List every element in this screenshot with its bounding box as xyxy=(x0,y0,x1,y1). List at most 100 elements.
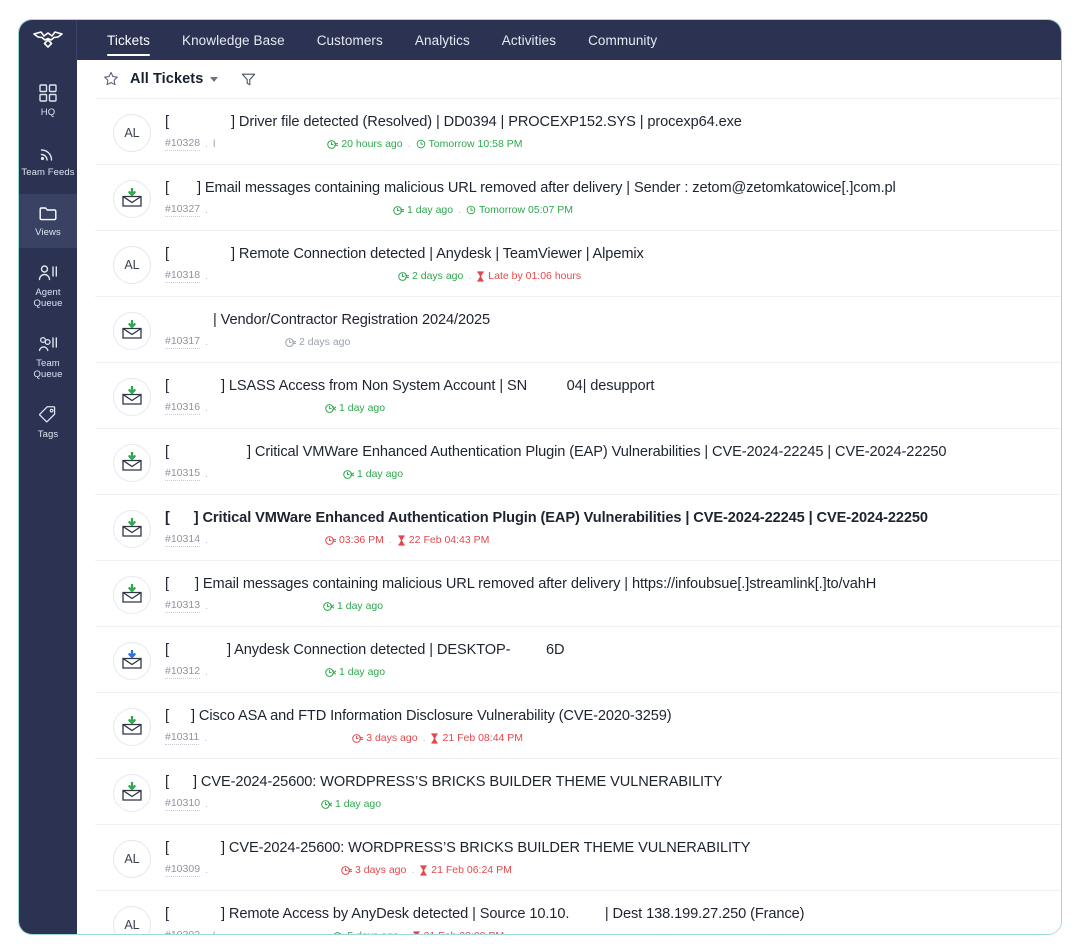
filter-icon[interactable] xyxy=(241,72,256,87)
ticket-body: [ ] Email messages containing malicious … xyxy=(165,178,1045,217)
left-sidebar: HQ Team Feeds Views Agent Queue Team Que… xyxy=(19,60,77,934)
app-logo[interactable] xyxy=(19,20,77,60)
meta-separator: . xyxy=(205,864,208,876)
ticket-body: [ ] Critical VMWare Enhanced Authenticat… xyxy=(165,508,1045,547)
sidebar-item-hq[interactable]: HQ xyxy=(19,74,77,128)
avatar: AL xyxy=(113,114,151,152)
avatar-initials: AL xyxy=(124,126,140,140)
ticket-id: #10315 xyxy=(165,467,201,481)
avatar xyxy=(113,510,151,548)
meta-separator: . xyxy=(205,468,208,480)
ticket-body: [ ] CVE-2024-25600: WORDPRESS’S BRICKS B… xyxy=(165,838,1045,877)
ticket-body: [ ] Email messages containing malicious … xyxy=(165,574,1045,613)
ticket-row[interactable]: [ ] Anydesk Connection detected | DESKTO… xyxy=(95,627,1061,693)
ticket-subject[interactable]: [ ] CVE-2024-25600: WORDPRESS’S BRICKS B… xyxy=(165,773,1045,792)
due-time: Late by 01:06 hours xyxy=(476,270,581,282)
subject-text: ] CVE-2024-25600: WORDPRESS’S BRICKS BUI… xyxy=(220,840,751,856)
ticket-subject[interactable]: [ ] Email messages containing malicious … xyxy=(165,179,1045,198)
nav-item-analytics[interactable]: Analytics xyxy=(399,20,486,60)
due-time-text: Tomorrow 10:58 PM xyxy=(428,138,523,150)
nav-item-tickets[interactable]: Tickets xyxy=(91,20,166,60)
redacted-text xyxy=(168,641,227,660)
ticket-subject[interactable]: | Vendor/Contractor Registration 2024/20… xyxy=(165,311,1045,330)
ticket-row[interactable]: AL [ ] Remote Access by AnyDesk detected … xyxy=(95,891,1061,934)
redacted-text xyxy=(165,311,213,330)
updated-time-text: 2 days ago xyxy=(298,336,351,348)
ticket-row[interactable]: [ ] Critical VMWare Enhanced Authenticat… xyxy=(95,429,1061,495)
chevron-down-icon[interactable] xyxy=(210,76,219,82)
updated-time-text: 1 day ago xyxy=(334,798,382,810)
updated-time: 1 day ago xyxy=(343,468,403,480)
hourglass-icon xyxy=(419,864,428,876)
hourglass-icon xyxy=(397,534,406,546)
redacted-text xyxy=(168,377,221,396)
ticket-row[interactable]: | Vendor/Contractor Registration 2024/20… xyxy=(95,297,1061,363)
ticket-subject[interactable]: [ ] CVE-2024-25600: WORDPRESS’S BRICKS B… xyxy=(165,839,1045,858)
updated-time-text: 1 day ago xyxy=(406,204,454,216)
ticket-subject[interactable]: [ ] Critical VMWare Enhanced Authenticat… xyxy=(165,509,1045,528)
redacted-text xyxy=(168,707,191,726)
nav-item-knowledge-base[interactable]: Knowledge Base xyxy=(166,20,301,60)
ticket-subject[interactable]: [ ] Remote Connection detected | Anydesk… xyxy=(165,245,1045,264)
star-outline-icon[interactable] xyxy=(103,71,119,87)
clock-arrow-icon xyxy=(393,205,404,216)
updated-time: 3 days ago xyxy=(341,864,406,876)
avatar-initials: AL xyxy=(124,258,140,272)
sidebar-item-team-queue[interactable]: Team Queue xyxy=(19,325,77,390)
nav-item-community[interactable]: Community xyxy=(572,20,673,60)
due-time: 21 Feb 08:44 PM xyxy=(430,732,523,744)
sidebar-item-label: Views xyxy=(35,227,61,238)
updated-time: 1 day ago xyxy=(323,600,383,612)
subject-text: ] Critical VMWare Enhanced Authenticatio… xyxy=(193,510,928,526)
ticket-meta: #10314. 03:36 PM. 22 Feb 04:43 PM xyxy=(165,533,1045,547)
ticket-row[interactable]: [ ] Email messages containing malicious … xyxy=(95,561,1061,627)
ticket-row[interactable]: AL [ ] Remote Connection detected | Anyde… xyxy=(95,231,1061,297)
ticket-row[interactable]: [ ] Cisco ASA and FTD Information Disclo… xyxy=(95,693,1061,759)
ticket-subject[interactable]: [ ] Anydesk Connection detected | DESKTO… xyxy=(165,641,1045,660)
sidebar-item-tags[interactable]: Tags xyxy=(19,396,77,450)
ticket-subject[interactable]: [ ] Email messages containing malicious … xyxy=(165,575,1045,594)
nav-item-customers[interactable]: Customers xyxy=(301,20,399,60)
sidebar-item-agent-queue[interactable]: Agent Queue xyxy=(19,254,77,319)
ticket-list[interactable]: AL [ ] Driver file detected (Resolved) | … xyxy=(95,98,1061,934)
ticket-subject[interactable]: [ ] Remote Access by AnyDesk detected | … xyxy=(165,905,1045,924)
mail-icon xyxy=(121,187,143,211)
ticket-row[interactable]: [ ] CVE-2024-25600: WORDPRESS’S BRICKS B… xyxy=(95,759,1061,825)
ticket-subject[interactable]: [ ] Driver file detected (Resolved) | DD… xyxy=(165,113,1045,132)
meta-separator: . xyxy=(205,204,208,216)
team-queue-icon xyxy=(38,334,58,354)
meta-separator: . xyxy=(205,270,208,282)
ticket-row[interactable]: [ ] LSASS Access from Non System Account… xyxy=(95,363,1061,429)
nav-item-activities[interactable]: Activities xyxy=(486,20,572,60)
due-time: 22 Feb 04:43 PM xyxy=(397,534,490,546)
due-time-text: Late by 01:06 hours xyxy=(488,270,582,282)
ticket-row[interactable]: [ ] Critical VMWare Enhanced Authenticat… xyxy=(95,495,1061,561)
avatar: AL xyxy=(113,906,151,934)
ticket-subject[interactable]: [ ] Cisco ASA and FTD Information Disclo… xyxy=(165,707,1045,726)
ticket-row[interactable]: AL [ ] CVE-2024-25600: WORDPRESS’S BRICKS… xyxy=(95,825,1061,891)
meta-separator: . xyxy=(205,600,208,612)
avatar xyxy=(113,378,151,416)
sidebar-item-team-feeds[interactable]: Team Feeds xyxy=(19,134,77,188)
ticket-row[interactable]: [ ] Email messages containing malicious … xyxy=(95,165,1061,231)
ticket-meta: #10316. 1 day ago xyxy=(165,401,1045,415)
ticket-subject[interactable]: [ ] Critical VMWare Enhanced Authenticat… xyxy=(165,443,1045,462)
updated-time-text: 20 hours ago xyxy=(341,138,403,150)
bird-logo-icon xyxy=(32,29,63,51)
ticket-id: #10328 xyxy=(165,137,201,151)
ticket-body: [ ] Remote Access by AnyDesk detected | … xyxy=(165,904,1045,934)
view-selector-label[interactable]: All Tickets xyxy=(130,71,203,87)
top-navigation-bar: Tickets Knowledge Base Customers Analyti… xyxy=(19,20,1061,60)
nav-label: Activities xyxy=(501,32,557,48)
ticket-row[interactable]: AL [ ] Driver file detected (Resolved) | … xyxy=(95,99,1061,165)
clock-x-icon xyxy=(325,667,336,678)
due-time-text: 22 Feb 04:43 PM xyxy=(408,534,490,546)
due-time-text: 21 Feb 03:08 PM xyxy=(424,930,505,934)
sidebar-item-views[interactable]: Views xyxy=(19,194,77,248)
meta-separator: . xyxy=(205,138,208,150)
nav-label: Customers xyxy=(316,32,383,48)
grid-icon xyxy=(39,83,57,103)
tag-icon xyxy=(38,405,58,425)
hourglass-icon xyxy=(430,732,439,744)
ticket-subject[interactable]: [ ] LSASS Access from Non System Account… xyxy=(165,377,1045,396)
